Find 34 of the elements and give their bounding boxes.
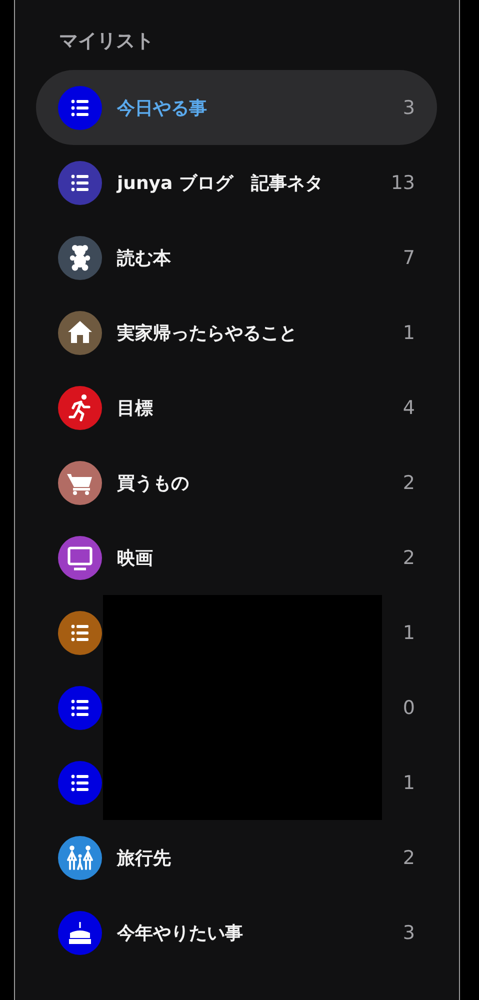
list-item[interactable]: 読む本 7 [36,220,437,295]
list-name: 実家帰ったらやること [117,322,298,344]
section-title: マイリスト [58,29,155,54]
item-count: 2 [402,846,415,868]
item-count: 3 [402,922,415,944]
list-item[interactable]: junya ブログ 記事ネタ 13 [36,145,437,220]
item-count: 1 [402,322,415,344]
list-name: 今日やる事 [117,96,208,120]
list-item[interactable]: 映画 2 [36,520,437,595]
item-count: 0 [402,696,415,718]
item-count: 1 [402,772,415,794]
list-item[interactable]: 今年やりたい事 3 [36,895,437,970]
list-item[interactable]: 買うもの 2 [36,445,437,520]
list-item[interactable]: 1 [36,745,437,820]
list-item[interactable]: 1 [36,595,437,670]
list-name: 買うもの [117,472,190,494]
list-name: 読む本 [117,246,172,270]
item-count: 3 [402,96,415,118]
list-name: 今年やりたい事 [117,922,244,944]
list-name: junya ブログ 記事ネタ [117,172,324,194]
item-count: 2 [402,472,415,494]
list-name: 目標 [117,396,154,420]
list-item[interactable]: 目標 4 [36,370,437,445]
list-item[interactable]: 0 [36,670,437,745]
list-item[interactable]: 今日やる事 3 [36,70,437,145]
list-name: 映画 [117,546,154,570]
item-count: 13 [390,172,415,194]
list-item[interactable]: 実家帰ったらやること 1 [36,295,437,370]
list-item[interactable]: 旅行先 2 [36,820,437,895]
item-count: 4 [402,396,415,418]
list-name: 旅行先 [117,846,172,870]
item-count: 2 [402,546,415,568]
item-count: 7 [402,246,415,268]
item-count: 1 [402,622,415,644]
